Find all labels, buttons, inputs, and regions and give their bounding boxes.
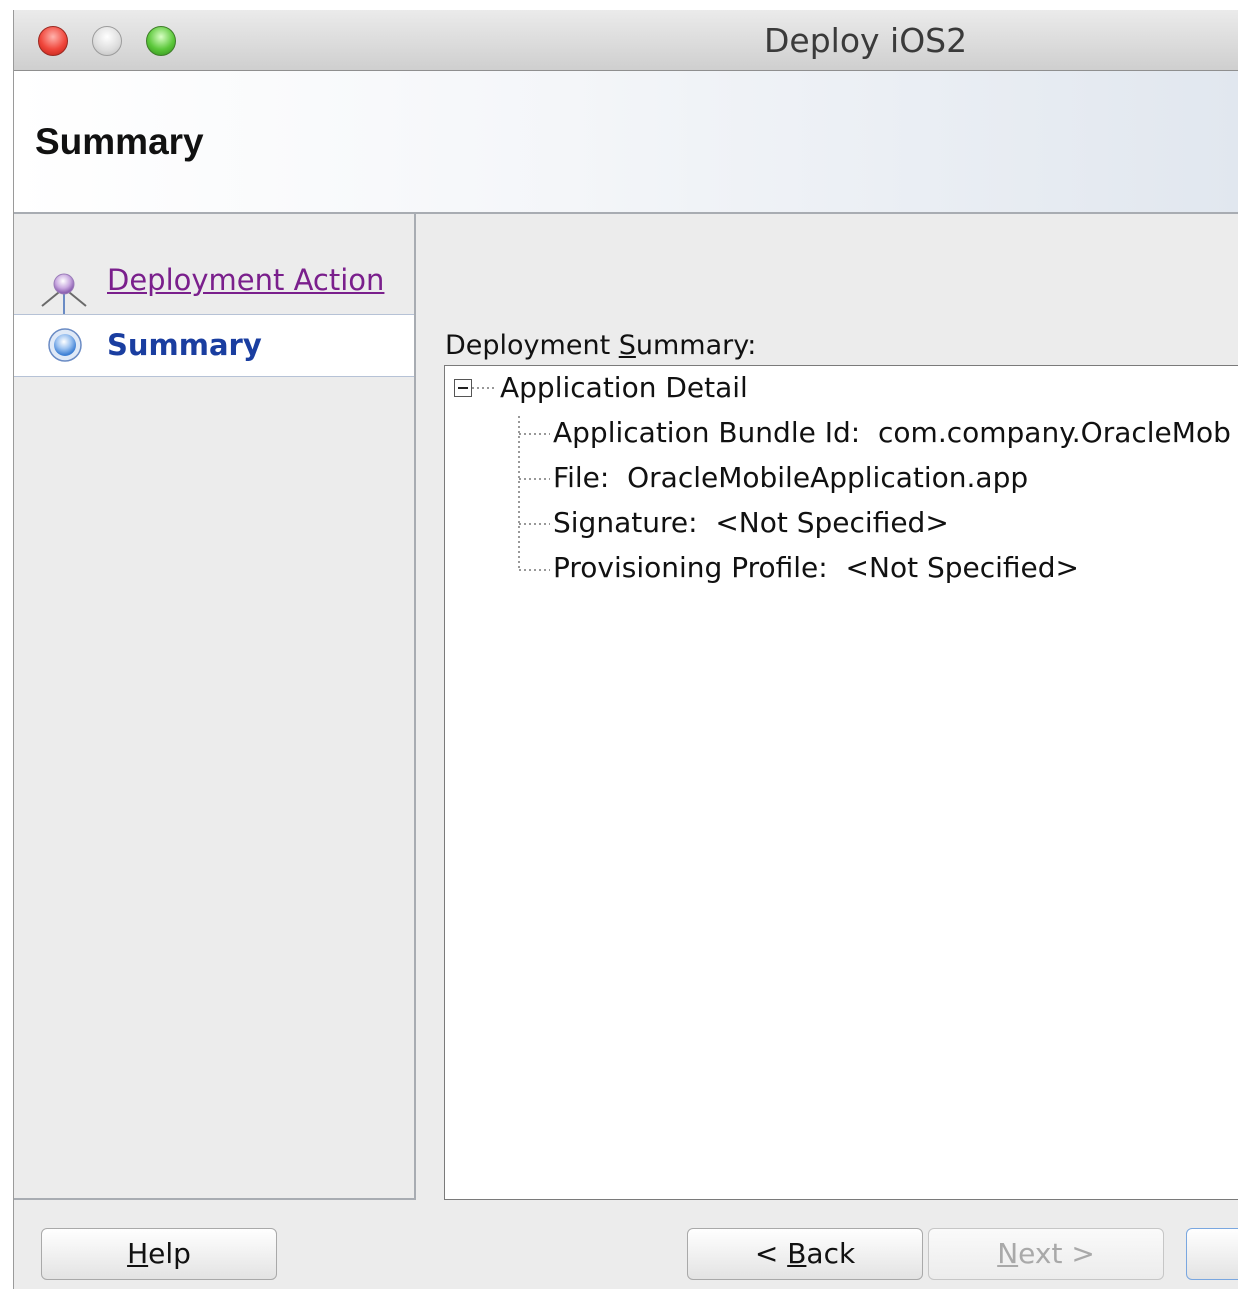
train-stop-current-icon [48,328,82,362]
title-bar[interactable]: Deploy iOS2 [14,10,1238,71]
nav-step-deployment-action-label[interactable]: Deployment Action [107,263,384,297]
mnemonic-s: S [618,330,636,361]
help-button[interactable]: Help [41,1228,277,1280]
help-label-rest: elp [148,1237,191,1270]
window-title: Deploy iOS2 [764,21,968,60]
next-button[interactable]: Next > [928,1228,1164,1280]
deployment-summary-label: Deployment Summary: [445,330,756,361]
wizard-step-navigation: Deployment Action Summary [14,214,416,1200]
deployment-summary-tree[interactable]: Application Detail Application Bundle Id… [444,365,1238,1200]
tree-leaf-signature[interactable]: Signature: <Not Specified> [553,506,949,539]
tree-leaf-provisioning-profile[interactable]: Provisioning Profile: <Not Specified> [553,551,1079,584]
next-mnemonic: N [997,1237,1019,1270]
nav-step-summary[interactable]: Summary [14,314,414,377]
close-window-icon[interactable] [38,26,68,56]
train-stop-visited-icon [41,273,87,307]
tree-leaf-value: OracleMobileApplication.app [627,461,1029,494]
tree-leaf-bundle-id[interactable]: Application Bundle Id: com.company.Oracl… [553,416,1231,449]
tree-leaf-file[interactable]: File: OracleMobileApplication.app [553,461,1028,494]
deployment-summary-label-text: Deployment Summary: [445,330,757,361]
back-prefix: < [754,1237,788,1270]
nav-step-deployment-action[interactable]: Deployment Action [14,254,414,318]
tree-leaf-key: File: [553,461,610,494]
finish-button[interactable] [1186,1228,1238,1280]
tree-leaf-value: <Not Specified> [845,551,1079,584]
deploy-dialog-window: Deploy iOS2 Summary Deployment Action Su… [13,10,1238,1289]
wizard-header: Summary [14,71,1238,214]
back-mnemonic: B [787,1237,807,1270]
tree-node-application-detail[interactable]: Application Detail [500,371,748,404]
help-mnemonic: H [127,1237,149,1270]
page-title: Summary [35,121,204,162]
next-label-rest: ext > [1018,1237,1095,1270]
wizard-footer: Help < Back Next > [14,1200,1238,1289]
nav-step-summary-label: Summary [107,328,262,362]
zoom-window-icon[interactable] [146,26,176,56]
tree-leaf-key: Application Bundle Id: [553,416,861,449]
minimize-window-icon[interactable] [92,26,122,56]
back-label-rest: ack [806,1237,856,1270]
back-button[interactable]: < Back [687,1228,923,1280]
tree-leaf-key: Provisioning Profile: [553,551,828,584]
tree-leaf-value: <Not Specified> [715,506,949,539]
tree-leaf-value: com.company.OracleMob [878,416,1231,449]
tree-leaf-key: Signature: [553,506,698,539]
tree-collapse-icon[interactable] [454,379,472,397]
